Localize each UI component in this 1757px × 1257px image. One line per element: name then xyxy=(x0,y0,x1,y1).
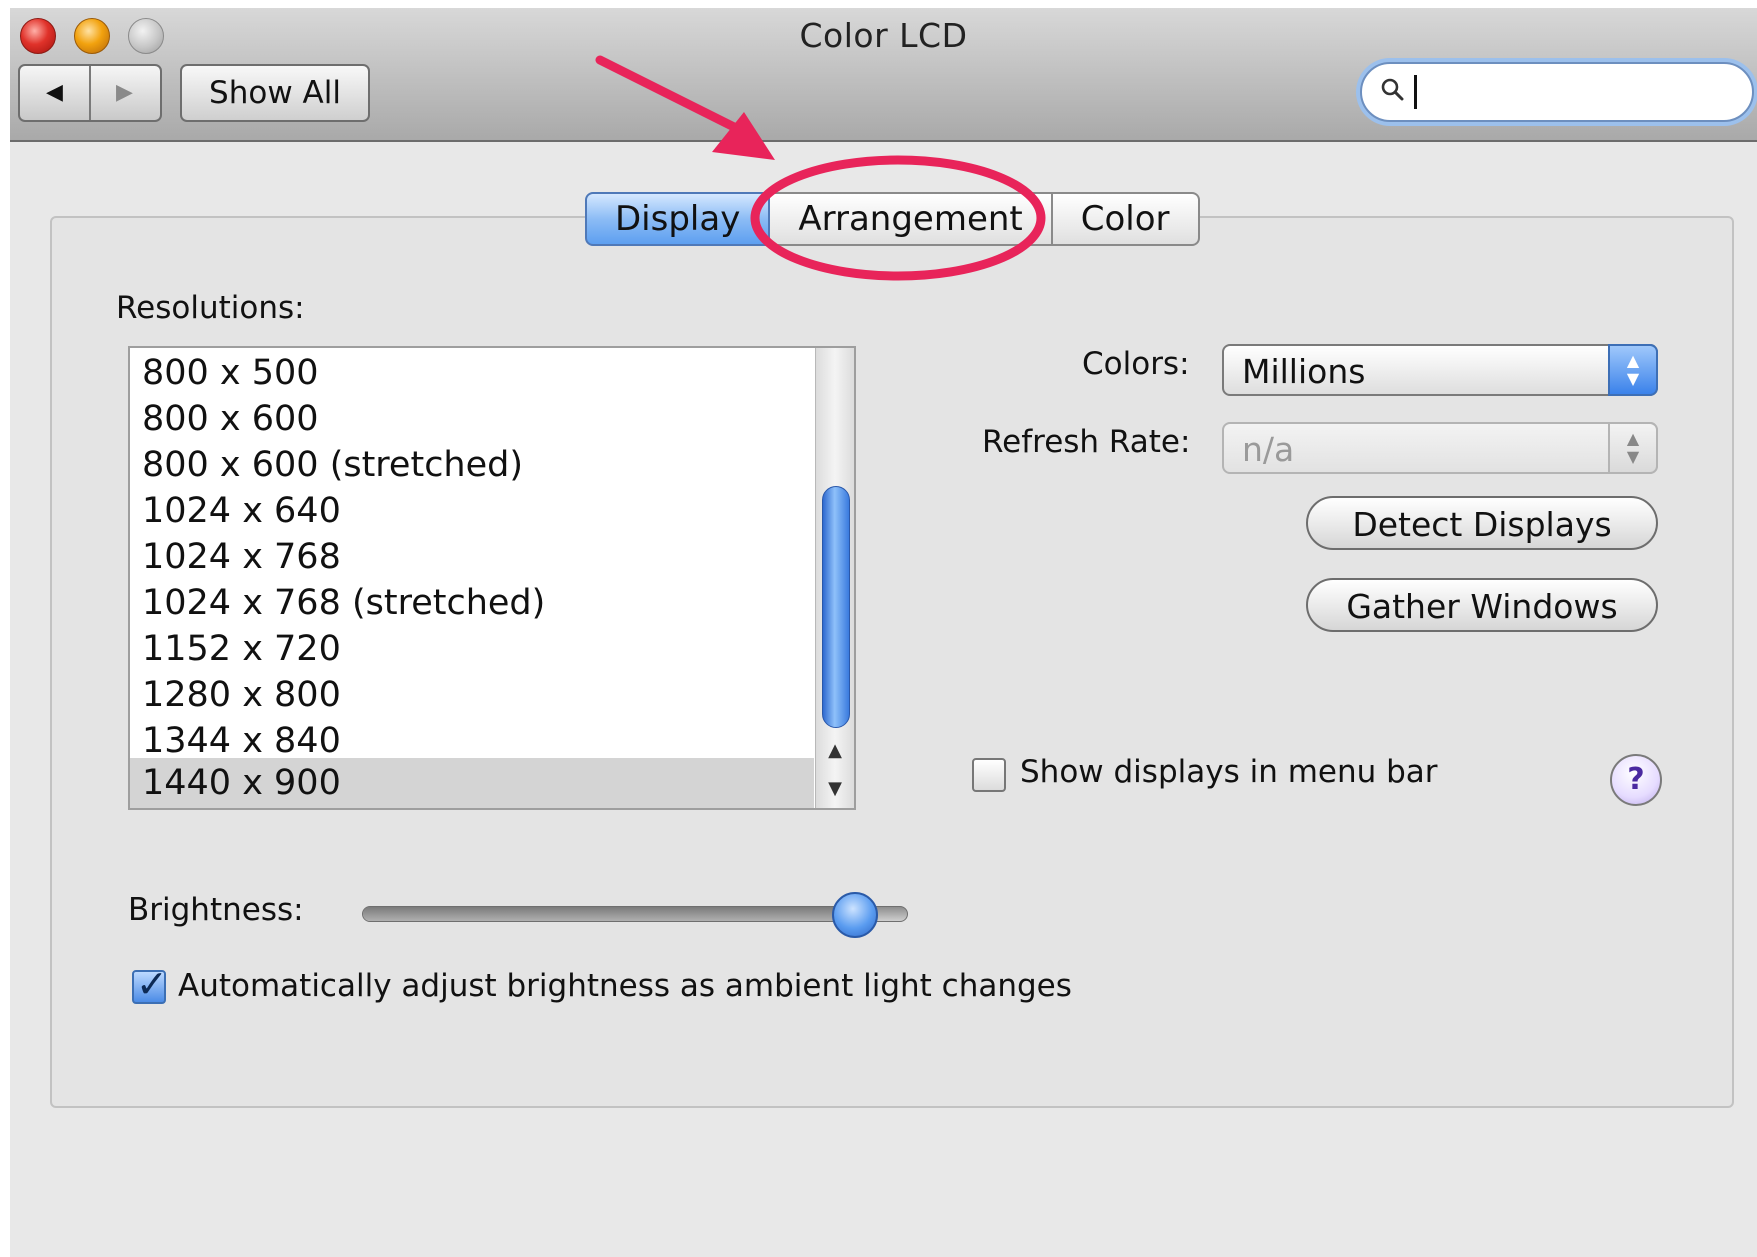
resolution-item[interactable]: 1280 x 800 xyxy=(130,670,814,720)
brightness-slider[interactable] xyxy=(362,892,908,938)
tab-bar: Display Arrangement Color xyxy=(585,192,1200,246)
colors-label: Colors: xyxy=(1082,346,1190,382)
auto-brightness-checkbox[interactable]: ✓ xyxy=(132,962,168,1006)
slider-fill xyxy=(363,907,853,921)
back-arrow-icon: ◀ xyxy=(46,80,63,105)
show-displays-checkbox[interactable] xyxy=(972,758,1006,792)
resolution-item-selected[interactable]: 1440 x 900 xyxy=(130,758,814,808)
resolutions-label: Resolutions: xyxy=(116,290,305,326)
forward-button[interactable]: ▶ xyxy=(90,66,159,120)
resolution-item[interactable]: 800 x 600 (stretched) xyxy=(130,440,814,490)
scroll-down-arrow-icon[interactable]: ▼ xyxy=(816,770,854,808)
refresh-rate-label: Refresh Rate: xyxy=(982,424,1191,460)
text-caret xyxy=(1414,75,1417,109)
color-lcd-window: Color LCD ◀ ▶ Show All Display Arrangeme… xyxy=(10,8,1757,1257)
resolution-item[interactable]: 800 x 500 xyxy=(130,348,814,398)
updown-arrows-icon: ▲ ▼ xyxy=(1608,344,1658,396)
show-displays-label: Show displays in menu bar xyxy=(1020,754,1438,790)
nav-button-group: ◀ ▶ xyxy=(18,64,162,122)
forward-arrow-icon: ▶ xyxy=(116,80,133,105)
list-scrollbar[interactable]: ▲ ▼ xyxy=(815,348,854,808)
tab-arrangement[interactable]: Arrangement xyxy=(770,192,1053,246)
resolution-item[interactable]: 1024 x 640 xyxy=(130,486,814,536)
toolbar: Color LCD ◀ ▶ Show All xyxy=(10,8,1757,142)
checkmark-icon: ✓ xyxy=(136,962,168,1006)
resolution-item[interactable]: 800 x 600 xyxy=(130,394,814,444)
scroll-thumb[interactable] xyxy=(822,486,850,728)
detect-displays-button[interactable]: Detect Displays xyxy=(1306,496,1658,550)
resolution-item[interactable]: 1024 x 768 (stretched) xyxy=(130,578,814,628)
back-button[interactable]: ◀ xyxy=(20,66,91,120)
resolution-item[interactable]: 1152 x 720 xyxy=(130,624,814,674)
resolution-item[interactable]: 1024 x 768 xyxy=(130,532,814,582)
slider-knob[interactable] xyxy=(831,892,878,938)
refresh-rate-value: n/a xyxy=(1242,430,1295,469)
help-icon[interactable]: ? xyxy=(1610,754,1662,806)
brightness-label: Brightness: xyxy=(128,892,304,928)
auto-brightness-label: Automatically adjust brightness as ambie… xyxy=(178,968,1072,1004)
scroll-up-arrow-icon[interactable]: ▲ xyxy=(816,732,854,770)
colors-popup[interactable]: Millions ▲ ▼ xyxy=(1222,344,1658,396)
gather-windows-button[interactable]: Gather Windows xyxy=(1306,578,1658,632)
refresh-rate-popup: n/a ▲ ▼ xyxy=(1222,422,1658,474)
search-field[interactable] xyxy=(1360,62,1754,122)
resolutions-list[interactable]: 800 x 500 800 x 600 800 x 600 (stretched… xyxy=(128,346,856,810)
updown-arrows-icon: ▲ ▼ xyxy=(1608,422,1658,474)
tab-display[interactable]: Display xyxy=(585,192,771,246)
window-title: Color LCD xyxy=(799,16,968,55)
tab-color[interactable]: Color xyxy=(1052,192,1200,246)
show-all-button[interactable]: Show All xyxy=(180,64,370,122)
search-icon xyxy=(1381,78,1404,101)
colors-value: Millions xyxy=(1242,352,1366,391)
